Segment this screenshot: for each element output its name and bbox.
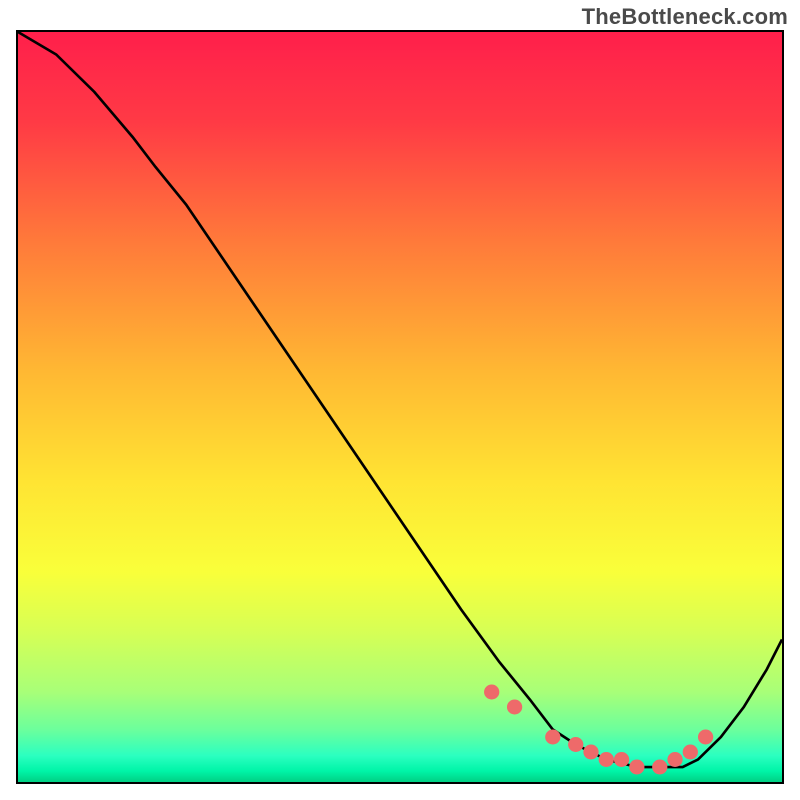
marker-dot <box>683 745 698 760</box>
marker-dot <box>599 752 614 767</box>
chart-frame: TheBottleneck.com <box>0 0 800 800</box>
marker-dot <box>484 685 499 700</box>
foreground-layer <box>18 32 782 782</box>
marker-dot <box>629 760 644 775</box>
watermark-text: TheBottleneck.com <box>582 4 788 30</box>
bottleneck-markers <box>484 685 713 775</box>
marker-dot <box>698 730 713 745</box>
marker-dot <box>583 745 598 760</box>
plot-area <box>16 30 784 784</box>
marker-dot <box>568 737 583 752</box>
marker-dot <box>507 700 522 715</box>
marker-dot <box>614 752 629 767</box>
marker-dot <box>545 730 560 745</box>
bottleneck-curve <box>18 32 782 767</box>
marker-dot <box>652 760 667 775</box>
marker-dot <box>667 752 682 767</box>
